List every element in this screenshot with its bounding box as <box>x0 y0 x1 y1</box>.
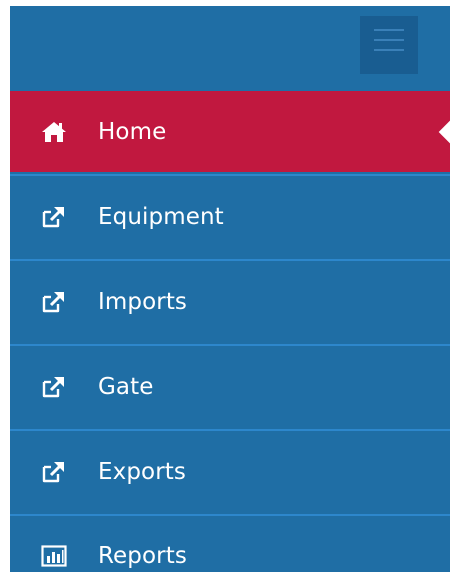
sidebar-item-imports[interactable]: Imports <box>10 261 450 342</box>
hamburger-icon-bar <box>374 49 404 51</box>
hamburger-icon-bar <box>374 39 404 41</box>
sidebar: Home Equipment Imports Gate Exports Repo… <box>10 6 450 572</box>
sidebar-item-label: Reports <box>98 543 187 569</box>
sidebar-menu: Home Equipment Imports Gate Exports Repo… <box>10 91 450 572</box>
sidebar-item-home[interactable]: Home <box>10 91 450 172</box>
external-link-icon <box>40 458 68 486</box>
home-icon <box>40 118 68 146</box>
sidebar-item-label: Gate <box>98 373 154 400</box>
external-link-icon <box>40 373 68 401</box>
sidebar-item-exports[interactable]: Exports <box>10 431 450 512</box>
bar-chart-icon <box>40 542 68 570</box>
sidebar-item-label: Equipment <box>98 203 224 230</box>
sidebar-item-reports[interactable]: Reports <box>10 516 450 572</box>
sidebar-item-label: Exports <box>98 458 186 485</box>
menu-toggle-button[interactable] <box>360 16 418 74</box>
sidebar-item-label: Imports <box>98 288 188 315</box>
hamburger-icon <box>374 29 404 31</box>
sidebar-header <box>10 6 450 91</box>
external-link-icon <box>40 203 68 231</box>
external-link-icon <box>40 288 68 316</box>
sidebar-item-equipment[interactable]: Equipment <box>10 176 450 257</box>
active-indicator <box>438 120 450 143</box>
sidebar-item-gate[interactable]: Gate <box>10 346 450 427</box>
sidebar-item-label: Home <box>98 118 167 145</box>
